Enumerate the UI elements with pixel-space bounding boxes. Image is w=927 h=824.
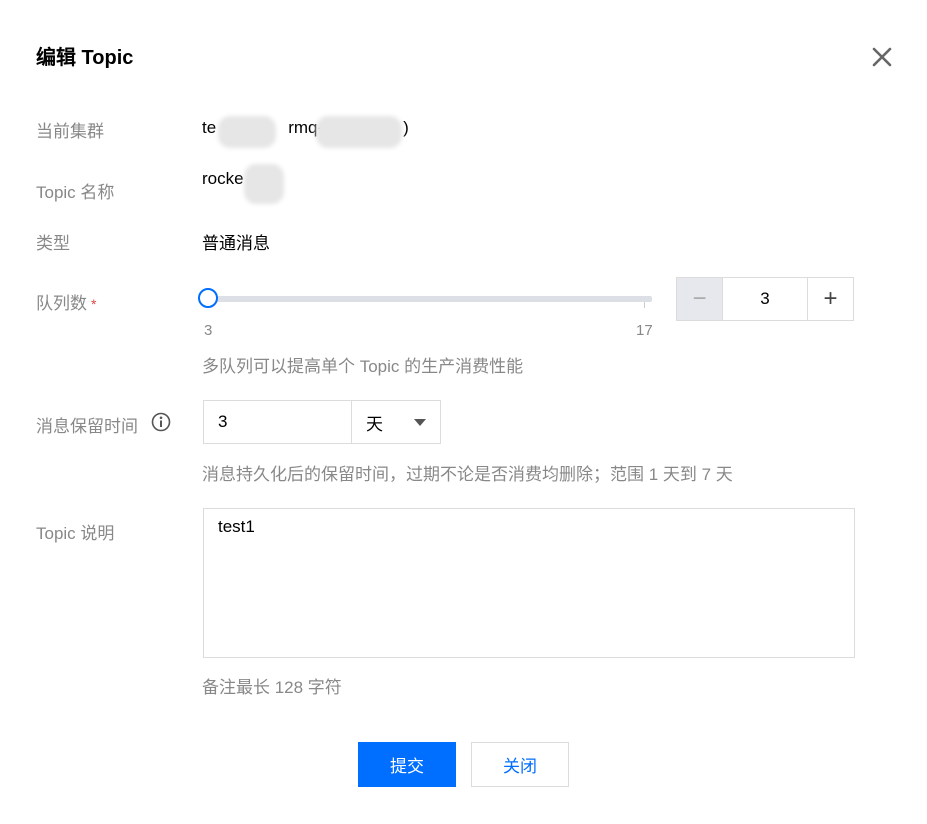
queues-slider[interactable] — [208, 296, 652, 302]
retention-hint: 消息持久化后的保留时间，过期不论是否消费均删除；范围 1 天到 7 天 — [202, 465, 733, 484]
cluster-value-suffix: ) — [403, 118, 409, 137]
redaction-blur — [244, 164, 284, 204]
edit-topic-dialog: 编辑 Topic 当前集群 te rmq-) Topic 名称 rocke 类型 … — [0, 0, 927, 824]
description-hint: 备注最长 128 字符 — [202, 678, 342, 697]
redaction-blur — [316, 116, 402, 148]
decrement-button[interactable]: − — [677, 278, 723, 320]
retention-label: 消息保留时间 — [36, 417, 138, 436]
queues-label: 队列数 * — [36, 289, 96, 314]
topic-name-value: rocke — [202, 169, 244, 188]
type-value: 普通消息 — [202, 234, 270, 253]
queues-input[interactable]: 3 — [723, 278, 807, 320]
cluster-value-prefix: te — [202, 118, 217, 137]
queues-hint: 多队列可以提高单个 Topic 的生产消费性能 — [202, 357, 524, 376]
slider-tick-mark — [644, 302, 645, 308]
retention-input[interactable]: 3 — [203, 400, 352, 444]
close-icon[interactable] — [866, 41, 898, 73]
description-textarea[interactable]: test1 — [203, 508, 855, 658]
description-label: Topic 说明 — [36, 524, 115, 543]
close-button[interactable]: 关闭 — [471, 742, 569, 787]
queues-stepper: − 3 + — [676, 277, 854, 321]
slider-handle[interactable] — [198, 288, 218, 308]
submit-button[interactable]: 提交 — [358, 742, 456, 787]
dialog-title: 编辑 Topic — [36, 47, 134, 69]
retention-unit-select[interactable]: 天 — [351, 400, 441, 444]
redaction-blur — [218, 116, 276, 148]
cluster-label: 当前集群 — [36, 122, 104, 141]
type-label: 类型 — [36, 234, 70, 253]
slider-max-label: 17 — [636, 322, 653, 339]
topic-name-label: Topic 名称 — [36, 183, 115, 202]
increment-button[interactable]: + — [807, 278, 853, 320]
queues-label-text: 队列数 — [36, 294, 87, 313]
slider-min-label: 3 — [204, 322, 213, 339]
info-icon[interactable] — [151, 412, 171, 432]
retention-unit-value: 天 — [366, 414, 383, 434]
required-mark: * — [91, 296, 97, 312]
caret-down-icon — [414, 418, 426, 426]
